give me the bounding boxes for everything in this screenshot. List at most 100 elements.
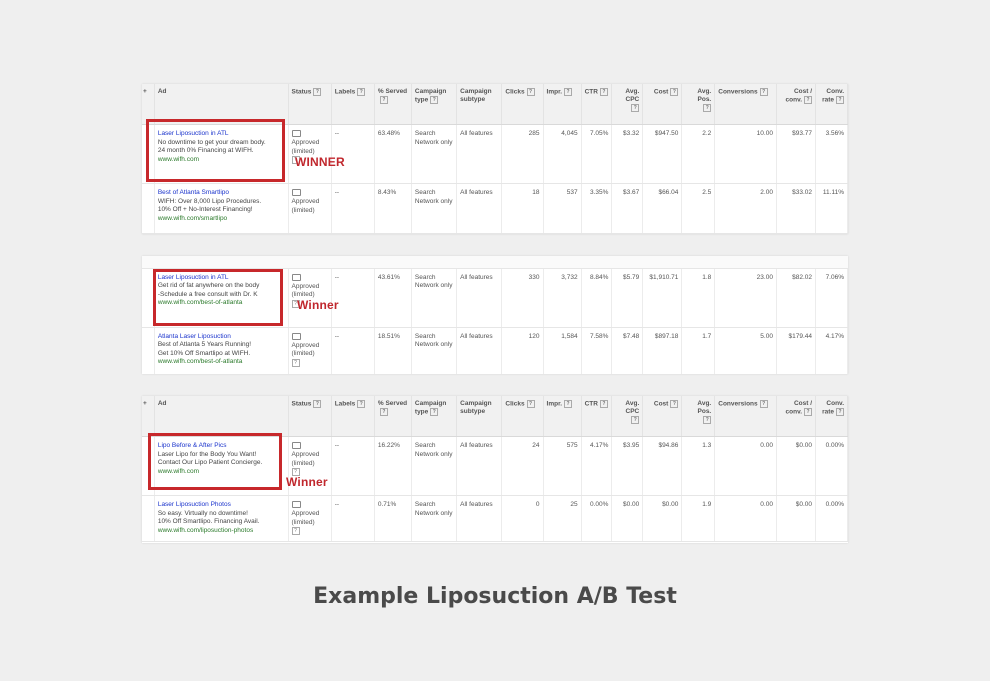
ad-title-link[interactable]: Atlanta Laser Liposuction	[158, 333, 285, 342]
impr-cell: 25	[543, 495, 582, 543]
help-icon[interactable]: ?	[631, 416, 640, 424]
cpc-cell: $3.95	[611, 436, 644, 496]
pos-cell: 1.8	[681, 268, 716, 328]
help-icon[interactable]: ?	[291, 358, 300, 367]
col-header-served[interactable]: % Served?	[374, 84, 412, 125]
clicks-cell: 0	[501, 495, 544, 543]
clicks-cell: 18	[501, 183, 544, 234]
campaign-type-cell: Search Network only	[411, 495, 458, 543]
help-icon[interactable]: ?	[836, 408, 844, 416]
col-header-campaign-type[interactable]: Campaign type?	[411, 84, 458, 125]
help-icon[interactable]: ?	[526, 88, 535, 96]
help-icon[interactable]: ?	[379, 408, 388, 416]
help-icon[interactable]: ?	[379, 96, 388, 104]
table-row: Best of Atlanta Smartlipo WIFH: Over 8,0…	[142, 183, 848, 234]
col-header-labels[interactable]: Labels?	[331, 396, 375, 437]
col-header-status[interactable]: Status?	[288, 396, 332, 437]
conv-rate-cell: 3.56%	[815, 124, 848, 184]
help-icon[interactable]: ?	[703, 104, 712, 112]
col-header-conv-rate[interactable]: Conv. rate?	[815, 396, 848, 437]
col-header-campaign-subtype[interactable]: Campaign subtype	[456, 84, 503, 125]
col-header-clicks[interactable]: Clicks?	[501, 396, 544, 437]
col-header-campaign-subtype[interactable]: Campaign subtype	[456, 396, 503, 437]
col-header-labels[interactable]: Labels?	[331, 84, 375, 125]
help-icon[interactable]: ?	[357, 88, 366, 96]
col-header-conv-rate[interactable]: Conv. rate?	[815, 84, 848, 125]
impr-cell: 1,584	[543, 327, 582, 374]
status-cell: Approved (limited)?	[288, 495, 332, 543]
help-icon[interactable]: ?	[564, 400, 573, 408]
col-header-cost[interactable]: Cost?	[642, 396, 683, 437]
header-arrow[interactable]: +	[142, 396, 155, 437]
figure-caption: Example Liposuction A/B Test	[313, 584, 677, 609]
help-icon[interactable]: ?	[291, 527, 300, 535]
campaign-subtype-cell: All features	[456, 183, 503, 234]
help-icon[interactable]: ?	[670, 400, 679, 408]
help-icon[interactable]: ?	[564, 88, 573, 96]
col-header-impr[interactable]: Impr.?	[543, 84, 582, 125]
help-icon[interactable]: ?	[313, 88, 322, 96]
help-icon[interactable]: ?	[631, 104, 640, 112]
ad-cell: Laser Liposuction Photos So easy. Virtua…	[154, 495, 289, 543]
col-header-avg-pos[interactable]: Avg. Pos.?	[681, 84, 716, 125]
served-cell: 8.43%	[374, 183, 412, 234]
conv-rate-cell: 11.11%	[815, 183, 848, 234]
cost-conv-cell: $93.77	[776, 124, 817, 184]
cost-conv-cell: $0.00	[776, 436, 817, 496]
col-header-cost[interactable]: Cost?	[642, 84, 683, 125]
help-icon[interactable]: ?	[313, 400, 322, 408]
speech-bubble-icon[interactable]	[291, 273, 301, 281]
col-header-ad[interactable]: Ad	[154, 396, 289, 437]
col-header-ctr[interactable]: CTR?	[581, 396, 613, 437]
labels-cell: --	[331, 495, 375, 543]
col-header-clicks[interactable]: Clicks?	[501, 84, 544, 125]
ad-description-2: 10% Off Smartlipo. Financing Avail.	[157, 518, 260, 525]
help-icon[interactable]: ?	[759, 400, 768, 408]
help-icon[interactable]: ?	[670, 88, 679, 96]
conv-rate-cell: 4.17%	[815, 327, 848, 374]
col-header-served[interactable]: % Served?	[374, 396, 412, 437]
help-icon[interactable]: ?	[836, 96, 844, 104]
help-icon[interactable]: ?	[759, 88, 768, 96]
speech-bubble-icon[interactable]	[291, 501, 301, 508]
col-header-cost-conv[interactable]: Cost / conv.?	[776, 84, 817, 125]
col-header-impr[interactable]: Impr.?	[543, 396, 582, 437]
campaign-subtype-cell: All features	[456, 327, 503, 374]
col-header-ctr[interactable]: CTR?	[581, 84, 613, 125]
col-header-avg-pos[interactable]: Avg. Pos.?	[681, 396, 716, 437]
col-header-status[interactable]: Status?	[288, 84, 332, 125]
help-icon[interactable]: ?	[357, 400, 366, 408]
col-header-avg-cpc[interactable]: Avg. CPC?	[611, 84, 644, 125]
help-icon[interactable]: ?	[599, 88, 608, 96]
winner-label: Winner	[297, 298, 339, 312]
speech-bubble-icon[interactable]	[291, 130, 301, 137]
help-icon[interactable]: ?	[430, 96, 439, 104]
help-icon[interactable]: ?	[804, 96, 813, 104]
cost-cell: $66.04	[642, 183, 683, 234]
help-icon[interactable]: ?	[703, 416, 712, 424]
ab-test-table-2: Laser Liposuction in ATL Get rid of fat …	[142, 256, 848, 374]
help-icon[interactable]: ?	[599, 400, 608, 408]
speech-bubble-icon[interactable]	[291, 332, 301, 340]
cost-conv-cell: $0.00	[776, 495, 817, 543]
help-icon[interactable]: ?	[804, 408, 813, 416]
help-icon[interactable]: ?	[430, 408, 439, 416]
help-icon[interactable]: ?	[526, 400, 535, 408]
ctr-cell: 8.84%	[581, 268, 613, 328]
speech-bubble-icon[interactable]	[291, 442, 301, 449]
col-header-cost-conv[interactable]: Cost / conv.?	[776, 396, 817, 437]
ad-cell: Atlanta Laser Liposuction Best of Atlant…	[154, 327, 289, 374]
clicks-cell: 120	[501, 327, 544, 374]
col-header-conversions[interactable]: Conversions?	[714, 84, 777, 125]
status-cell: Approved (limited)?	[288, 124, 332, 184]
col-header-avg-cpc[interactable]: Avg. CPC?	[611, 396, 644, 437]
ad-title-link[interactable]: Best of Atlanta Smartlipo	[158, 189, 285, 198]
col-header-campaign-type[interactable]: Campaign type?	[411, 396, 458, 437]
ad-title-link[interactable]: Laser Liposuction Photos	[158, 501, 285, 510]
speech-bubble-icon[interactable]	[291, 189, 301, 196]
col-header-conversions[interactable]: Conversions?	[714, 396, 777, 437]
served-cell: 16.22%	[374, 436, 412, 496]
conversions-cell: 2.00	[714, 183, 777, 234]
winner-highlight-box	[146, 119, 285, 182]
table-row-spacer	[142, 256, 848, 269]
